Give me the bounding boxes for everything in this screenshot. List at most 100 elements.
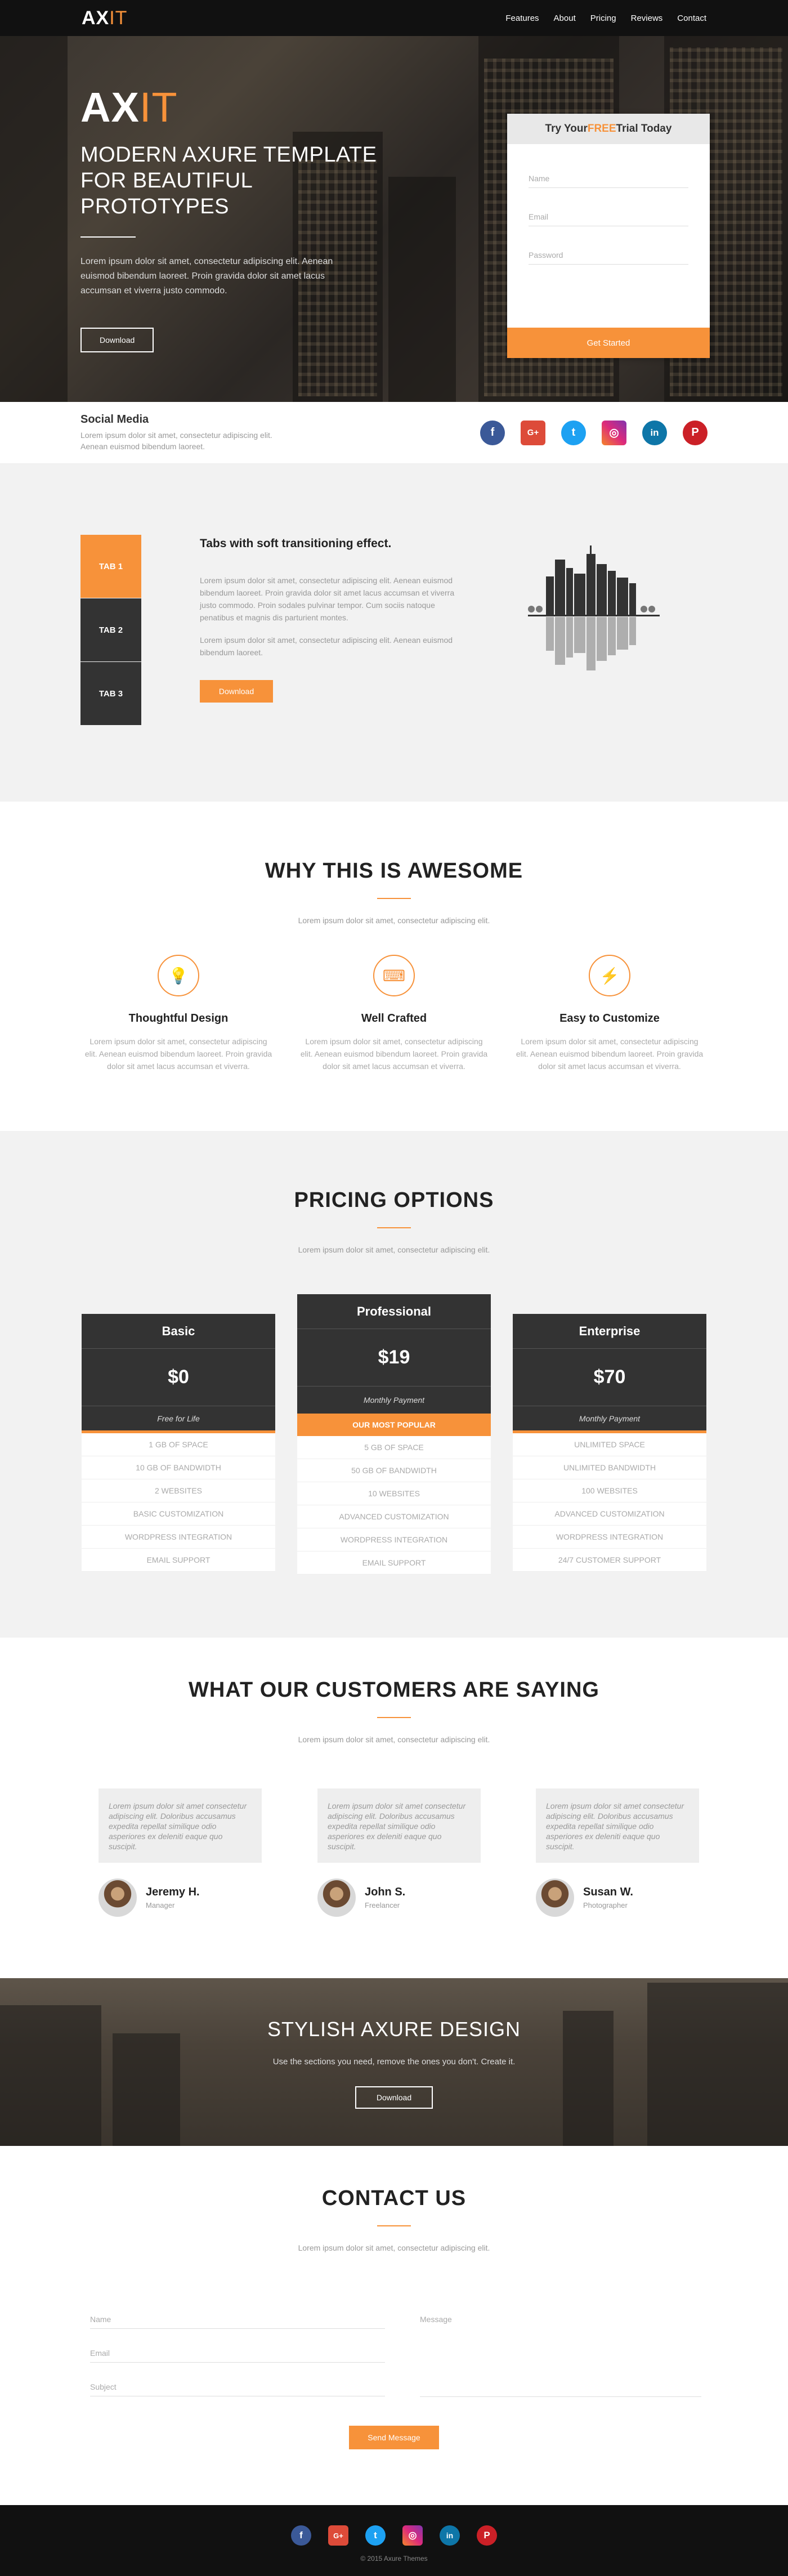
testimonial-card: Lorem ipsum dolor sit amet consectetur a… <box>536 1788 699 1917</box>
most-popular-badge: OUR MOST POPULAR <box>297 1414 491 1436</box>
person-role: Photographer <box>583 1901 628 1909</box>
nav-link-features[interactable]: Features <box>505 14 539 23</box>
hero-subtitle: MODERN AXURE TEMPLATE FOR BEAUTIFUL PROT… <box>80 142 396 220</box>
hero-logo: AXIT <box>80 87 396 128</box>
tab-2[interactable]: TAB 2 <box>80 598 141 661</box>
contact-email-field[interactable]: Email <box>90 2349 385 2363</box>
plan-feature: WORDPRESS INTEGRATION <box>297 1528 491 1551</box>
reviews-subtitle: Lorem ipsum dolor sit amet, consectetur … <box>298 1735 490 1744</box>
plan-feature: ADVANCED CUSTOMIZATION <box>297 1505 491 1528</box>
twitter-icon[interactable]: t <box>561 420 586 445</box>
city-skyline-illustration <box>528 545 660 670</box>
feature-thoughtful-design: 💡 Thoughtful Design Lorem ipsum dolor si… <box>83 955 274 1072</box>
pricing-card-enterprise: Enterprise $70 Monthly Payment UNLIMITED… <box>513 1314 706 1572</box>
pricing-section: PRICING OPTIONS Lorem ipsum dolor sit am… <box>0 1131 788 1638</box>
pricing-card-professional: Professional $19 Monthly Payment OUR MOS… <box>297 1294 491 1575</box>
plan-feature: 24/7 CUSTOMER SUPPORT <box>513 1549 706 1572</box>
instagram-icon[interactable]: ◎ <box>402 2525 423 2546</box>
nav-link-about[interactable]: About <box>554 14 576 23</box>
person-info: Susan W. Photographer <box>574 1886 633 1909</box>
tab-content-title: Tabs with soft transitioning effect. <box>200 537 392 550</box>
plan-feature: 1 GB OF SPACE <box>82 1433 275 1456</box>
feature-title: Easy to Customize <box>559 1012 660 1025</box>
feature-title: Thoughtful Design <box>128 1012 229 1025</box>
nav-logo[interactable]: AXIT <box>82 7 127 29</box>
person-info: John S. Freelancer <box>356 1886 405 1909</box>
hero-download-button[interactable]: Download <box>80 328 154 352</box>
contact-spacer <box>0 2146 788 2186</box>
testimonial-quote: Lorem ipsum dolor sit amet consectetur a… <box>317 1788 481 1863</box>
stylish-download-button[interactable]: Download <box>355 2086 433 2109</box>
person-name: John S. <box>365 1886 406 1898</box>
tab-content-paragraph-1: Lorem ipsum dolor sit amet, consectetur … <box>200 576 455 622</box>
page: AXIT Features About Pricing Reviews Cont… <box>0 0 788 2576</box>
tab-download-button[interactable]: Download <box>200 680 273 703</box>
avatar <box>98 1879 137 1917</box>
plan-feature: EMAIL SUPPORT <box>82 1549 275 1572</box>
tab-3[interactable]: TAB 3 <box>80 662 141 725</box>
facebook-icon[interactable]: f <box>480 420 505 445</box>
hero-subtitle-line1: MODERN AXURE TEMPLATE <box>80 143 377 167</box>
features-subtitle: Lorem ipsum dolor sit amet, consectetur … <box>298 916 490 925</box>
social-media-strip: Social Media Lorem ipsum dolor sit amet,… <box>0 402 788 464</box>
twitter-icon[interactable]: t <box>365 2525 386 2546</box>
plan-name: Basic <box>82 1314 275 1349</box>
person-name: Susan W. <box>583 1886 633 1898</box>
plan-feature: 10 GB OF BANDWIDTH <box>82 1456 275 1479</box>
facebook-icon[interactable]: f <box>291 2525 311 2546</box>
trial-name-field[interactable]: Name <box>529 150 688 188</box>
contact-subject-field[interactable]: Subject <box>90 2382 385 2396</box>
plan-name: Professional <box>297 1294 491 1329</box>
trial-form-title: Try Your FREE Trial Today <box>507 114 710 144</box>
footer-copyright: © 2015 Axure Themes <box>360 2555 428 2562</box>
plan-feature: WORDPRESS INTEGRATION <box>82 1526 275 1549</box>
contact-section: CONTACT US Lorem ipsum dolor sit amet, c… <box>0 2146 788 2505</box>
plan-price: $19 <box>297 1329 491 1387</box>
person-role: Manager <box>146 1901 175 1909</box>
plan-feature: UNLIMITED SPACE <box>513 1433 706 1456</box>
hero-logo-accent: IT <box>139 84 178 131</box>
avatar <box>536 1879 574 1917</box>
testimonial-person: John S. Freelancer <box>317 1879 481 1917</box>
contact-name-field[interactable]: Name <box>90 2315 385 2329</box>
reviews-spacer <box>0 1638 788 1678</box>
contact-message-field[interactable]: Message <box>420 2315 701 2397</box>
pricing-title: PRICING OPTIONS <box>294 1188 494 1212</box>
pricing-title-bar <box>377 1227 411 1228</box>
plan-feature: 2 WEBSITES <box>82 1479 275 1502</box>
reviews-title: WHAT OUR CUSTOMERS ARE SAYING <box>189 1678 599 1702</box>
pinterest-icon[interactable]: P <box>683 420 708 445</box>
nav-link-contact[interactable]: Contact <box>677 14 706 23</box>
person-role: Freelancer <box>365 1901 400 1909</box>
google-plus-icon[interactable]: G+ <box>521 420 545 445</box>
plan-feature: UNLIMITED BANDWIDTH <box>513 1456 706 1479</box>
person-info: Jeremy H. Manager <box>137 1886 200 1909</box>
trial-email-field[interactable]: Email <box>529 188 688 226</box>
google-plus-icon[interactable]: G+ <box>328 2525 348 2546</box>
nav-link-pricing[interactable]: Pricing <box>590 14 616 23</box>
avatar <box>317 1879 356 1917</box>
linkedin-icon[interactable]: in <box>440 2525 460 2546</box>
instagram-icon[interactable]: ◎ <box>602 420 626 445</box>
nav-links: Features About Pricing Reviews Contact <box>505 14 706 23</box>
bolt-icon: ⚡ <box>589 955 630 996</box>
trial-spacer <box>507 144 710 150</box>
feature-well-crafted: ⌨ Well Crafted Lorem ipsum dolor sit ame… <box>298 955 490 1072</box>
tab-1[interactable]: TAB 1 <box>80 535 141 598</box>
social-intro: Social Media Lorem ipsum dolor sit amet,… <box>80 413 294 452</box>
pricing-spacer <box>0 1131 788 1188</box>
linkedin-icon[interactable]: in <box>642 420 667 445</box>
nav-link-reviews[interactable]: Reviews <box>631 14 663 23</box>
send-message-button[interactable]: Send Message <box>349 2426 439 2449</box>
social-title: Social Media <box>80 413 149 426</box>
plan-term: Monthly Payment <box>297 1387 491 1414</box>
plan-term: Free for Life <box>82 1406 275 1433</box>
features-title: WHY THIS IS AWESOME <box>265 859 523 883</box>
hero-bg-building <box>0 36 68 402</box>
features-section: WHY THIS IS AWESOME Lorem ipsum dolor si… <box>0 802 788 1131</box>
testimonial-person: Jeremy H. Manager <box>98 1879 262 1917</box>
plan-feature: WORDPRESS INTEGRATION <box>513 1526 706 1549</box>
pinterest-icon[interactable]: P <box>477 2525 497 2546</box>
trial-password-field[interactable]: Password <box>529 226 688 265</box>
get-started-button[interactable]: Get Started <box>507 328 710 358</box>
